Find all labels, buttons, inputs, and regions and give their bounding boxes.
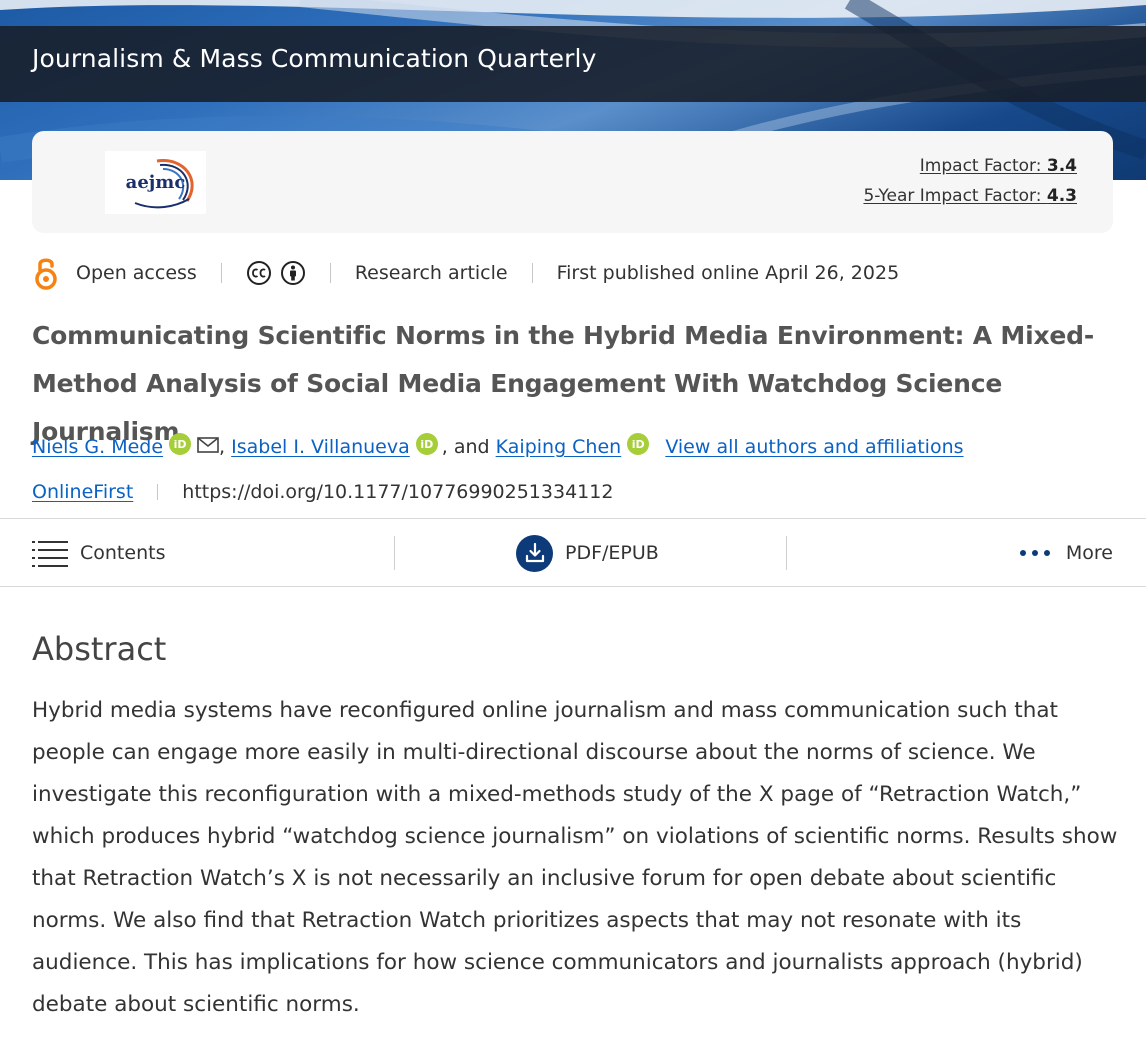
- author-separator: , and: [441, 436, 490, 458]
- author-link-chen[interactable]: Kaiping Chen: [496, 436, 622, 458]
- more-button[interactable]: More: [1019, 519, 1113, 587]
- meta-divider: [220, 263, 222, 283]
- impact-factor-link[interactable]: Impact Factor: 3.4: [920, 156, 1077, 176]
- open-access-label: Open access: [76, 262, 197, 284]
- doi-url[interactable]: https://doi.org/10.1177/1077699025133411…: [182, 481, 613, 503]
- mail-icon[interactable]: [197, 437, 219, 453]
- article-toolbar: Contents PDF/EPUB More: [0, 518, 1146, 587]
- view-all-authors-link[interactable]: View all authors and affiliations: [665, 436, 963, 458]
- author-link-villanueva[interactable]: Isabel I. Villanueva: [231, 436, 410, 458]
- contents-button[interactable]: Contents: [32, 519, 165, 587]
- abstract-text: Hybrid media systems have reconfigured o…: [32, 698, 1118, 1017]
- impact-factor-value: 3.4: [1046, 156, 1077, 176]
- pdf-epub-label: PDF/EPUB: [565, 542, 659, 564]
- online-first-link[interactable]: OnlineFirst: [32, 481, 133, 503]
- creative-commons-icon: [246, 261, 271, 285]
- article-meta-row: Open access Research article First publi…: [32, 256, 899, 290]
- attribution-icon: [280, 261, 305, 285]
- doi-row: OnlineFirst https://doi.org/10.1177/1077…: [32, 476, 613, 508]
- author-separator: ,: [219, 436, 226, 458]
- author-link-mede[interactable]: Niels G. Mede: [32, 436, 163, 458]
- journal-info-card: aejmc Impact Factor: 3.4 5-Year Impact F…: [32, 131, 1113, 233]
- doi-divider: [157, 484, 159, 500]
- five-year-impact-label: 5-Year Impact Factor:: [863, 186, 1042, 206]
- meta-divider: [329, 263, 331, 283]
- meta-divider: [531, 263, 533, 283]
- article-type: Research article: [354, 262, 508, 284]
- five-year-impact-link[interactable]: 5-Year Impact Factor: 4.3: [863, 186, 1077, 206]
- aejmc-logo[interactable]: aejmc: [105, 151, 206, 214]
- open-access-lock-icon: [32, 256, 60, 290]
- contents-label: Contents: [80, 542, 166, 564]
- orcid-icon[interactable]: iD: [415, 433, 438, 455]
- logo-text: aejmc: [125, 172, 186, 193]
- journal-title[interactable]: Journalism & Mass Communication Quarterl…: [32, 44, 596, 73]
- download-icon: [516, 534, 553, 572]
- license-icons[interactable]: [246, 260, 306, 286]
- hamburger-menu-icon: [32, 538, 68, 568]
- orcid-icon[interactable]: iD: [627, 433, 650, 455]
- impact-factor-label: Impact Factor:: [919, 156, 1042, 176]
- abstract-heading: Abstract: [32, 630, 167, 668]
- more-label: More: [1065, 542, 1113, 564]
- pdf-epub-button[interactable]: PDF/EPUB: [516, 519, 659, 587]
- author-list: Niels G. Mede iD , Isabel I. Villanueva …: [32, 430, 964, 464]
- five-year-impact-value: 4.3: [1046, 186, 1077, 206]
- publication-date: First published online April 26, 2025: [556, 262, 900, 284]
- toolbar-divider: [786, 536, 787, 570]
- more-dots-icon: [1019, 550, 1050, 556]
- orcid-icon[interactable]: iD: [169, 433, 192, 455]
- toolbar-divider: [394, 536, 395, 570]
